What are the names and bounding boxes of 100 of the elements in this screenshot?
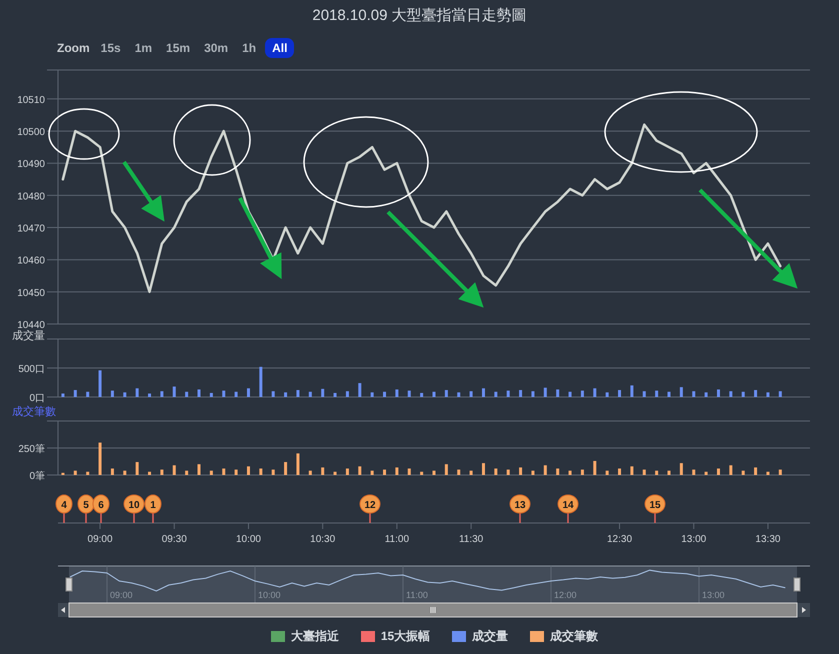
volume-bar (74, 390, 77, 397)
volume-bar (655, 390, 658, 397)
orders-bar (568, 470, 572, 475)
navigator-label: 10:00 (258, 590, 281, 600)
orders-bar (334, 472, 337, 475)
orders-bar (185, 470, 188, 475)
orders-bar (519, 467, 522, 475)
volume-bar (222, 390, 226, 397)
orders-bar (358, 466, 362, 475)
range-button[interactable]: 15s (96, 38, 126, 58)
scroll-right-button[interactable] (797, 603, 810, 617)
orders-bar (778, 470, 782, 475)
volume-bar (86, 392, 90, 397)
volume-bar (519, 390, 522, 397)
scrollbar-thumb[interactable] (68, 602, 798, 618)
legend-item[interactable]: 成交筆數 (530, 627, 598, 645)
panel-title: 成交筆數 (12, 406, 56, 418)
orders-bar (544, 465, 547, 475)
range-button[interactable]: All (265, 38, 294, 58)
orders-bar (742, 470, 745, 475)
axis-label: 10490 (17, 159, 45, 170)
volume-bar (642, 391, 646, 397)
time-label: 09:30 (162, 534, 187, 545)
axis-label: 500口 (18, 364, 45, 375)
volume-bar (246, 388, 250, 397)
orders-bar (457, 470, 460, 475)
orders-bar (246, 466, 250, 475)
zoom-label: Zoom (57, 40, 90, 57)
orders-bar (110, 468, 114, 475)
volume-bar (210, 392, 213, 397)
orders-bar (420, 472, 424, 475)
legend-label: 成交量 (472, 628, 508, 645)
time-label: 11:00 (384, 534, 410, 545)
navigator-handle[interactable] (794, 578, 800, 592)
volume-bar (544, 388, 547, 397)
orders-bar (148, 472, 152, 475)
volume-bar (556, 389, 560, 397)
navigator-label: 09:00 (110, 590, 133, 600)
orders-bar (74, 470, 77, 475)
volume-bar (61, 394, 64, 397)
orders-bar (259, 468, 262, 475)
scroll-left-button[interactable] (58, 603, 69, 617)
axis-label: 10460 (17, 256, 45, 267)
orders-bar (198, 464, 200, 475)
orders-bar (692, 470, 696, 475)
volume-bar (110, 390, 114, 397)
volume-bar (568, 392, 572, 397)
legend-item[interactable]: 大臺指近 (270, 627, 339, 645)
orders-bar (754, 467, 758, 475)
volume-bar (457, 392, 460, 397)
orders-bar (98, 442, 102, 475)
range-button[interactable]: 15m (161, 38, 196, 58)
volume-bar (334, 392, 337, 397)
time-label: 12:30 (607, 534, 632, 545)
orders-bar (556, 468, 560, 475)
axis-label: 0口 (29, 393, 45, 403)
time-label: 10:30 (310, 534, 336, 545)
range-button[interactable]: 1m (130, 38, 158, 58)
orders-bar (580, 470, 584, 475)
volume-bar (593, 388, 596, 397)
volume-bar (123, 392, 126, 397)
volume-bar (432, 392, 436, 397)
legend-label: 15大振幅 (380, 628, 430, 645)
volume-bar (716, 389, 720, 397)
volume-bar (308, 392, 312, 397)
orders-bar (160, 470, 164, 475)
grip-icon[interactable] (430, 606, 436, 614)
orders-bar (630, 466, 634, 475)
navigator-window[interactable] (69, 566, 797, 603)
legend-item[interactable]: 成交量 (452, 627, 508, 645)
axis-label: 10450 (17, 288, 45, 299)
volume-bar (408, 390, 411, 397)
orders-bar (506, 470, 510, 475)
navigator-label: 12:00 (554, 590, 577, 600)
volume-bar (383, 392, 386, 397)
volume-bar (742, 392, 745, 397)
volume-bar (766, 392, 770, 397)
time-label: 09:00 (88, 534, 113, 545)
range-button[interactable]: 1h (237, 38, 262, 58)
orders-bar (606, 470, 609, 475)
volume-bar (321, 388, 324, 397)
navigator-handle[interactable] (66, 578, 72, 592)
volume-bar (420, 392, 424, 397)
orders-bar (494, 468, 498, 475)
highlight-ellipse (48, 108, 120, 160)
volume-bar (172, 386, 176, 397)
orders-bar (172, 465, 176, 475)
volume-bar (531, 391, 534, 397)
axis-label: 10440 (17, 320, 45, 330)
volume-bar (630, 385, 634, 397)
volume-bar (778, 391, 782, 397)
legend-item[interactable]: 15大振幅 (360, 627, 430, 645)
volume-bar (618, 390, 622, 397)
axis-label: 10510 (17, 94, 45, 106)
orders-bar (618, 468, 622, 475)
range-button[interactable]: 30m (199, 38, 234, 58)
orders-bar (296, 453, 300, 475)
orders-bar (308, 470, 312, 475)
orders-bar (408, 468, 411, 475)
axis-label: 250筆 (18, 444, 45, 455)
